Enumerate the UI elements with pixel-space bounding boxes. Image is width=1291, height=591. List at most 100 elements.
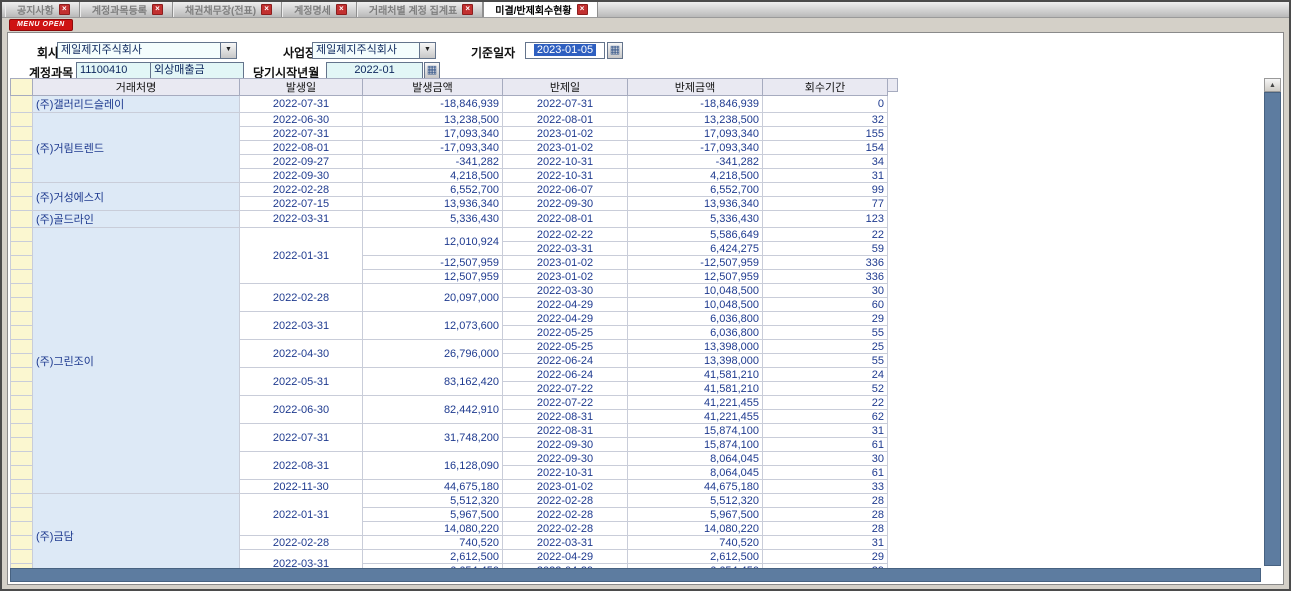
grid-cell-days[interactable]: 154 (763, 141, 888, 155)
grid-cell-ramt[interactable]: 41,221,455 (628, 396, 763, 410)
grid-cell-rdate[interactable]: 2023-01-02 (503, 141, 628, 155)
period-input[interactable]: 2022-01 (326, 62, 423, 79)
grid-cell-rdate[interactable]: 2022-04-29 (503, 312, 628, 326)
grid-cell-cust[interactable]: (주)거성에스지 (33, 183, 240, 211)
grid-cell-days[interactable]: 55 (763, 326, 888, 340)
grid-cell-days[interactable]: 99 (763, 183, 888, 197)
grid-cell-rdate[interactable]: 2022-09-30 (503, 197, 628, 211)
grid-cell-rdate[interactable]: 2022-03-30 (503, 284, 628, 298)
row-selector[interactable] (11, 96, 33, 113)
grid-cell-oamt[interactable]: 13,936,340 (363, 197, 503, 211)
grid-cell-ramt[interactable]: 41,581,210 (628, 382, 763, 396)
grid-cell-odate[interactable]: 2022-02-28 (240, 536, 363, 550)
grid-cell-days[interactable]: 0 (763, 96, 888, 113)
grid-cell-days[interactable]: 60 (763, 298, 888, 312)
grid-cell-oamt[interactable]: 13,238,500 (363, 113, 503, 127)
calendar-icon[interactable]: ▦ (424, 62, 440, 79)
grid-cell-days[interactable]: 29 (763, 550, 888, 564)
grid-cell-days[interactable]: 123 (763, 211, 888, 228)
grid-cell-odate[interactable]: 2022-11-30 (240, 480, 363, 494)
grid-cell-days[interactable]: 28 (763, 494, 888, 508)
grid-cell-days[interactable]: 61 (763, 466, 888, 480)
grid-cell-rdate[interactable]: 2023-01-02 (503, 127, 628, 141)
grid-cell-days[interactable]: 34 (763, 155, 888, 169)
grid-cell-oamt[interactable]: 26,796,000 (363, 340, 503, 368)
grid-cell-ramt[interactable]: -341,282 (628, 155, 763, 169)
grid-cell-days[interactable]: 29 (763, 312, 888, 326)
grid-cell-rdate[interactable]: 2022-05-25 (503, 340, 628, 354)
grid-cell-days[interactable]: 22 (763, 228, 888, 242)
tab-close-icon[interactable]: × (152, 4, 163, 15)
row-selector[interactable] (11, 508, 33, 522)
grid-cell-rdate[interactable]: 2022-03-31 (503, 242, 628, 256)
row-selector[interactable] (11, 536, 33, 550)
grid-cell-rdate[interactable]: 2023-01-02 (503, 256, 628, 270)
row-selector[interactable] (11, 410, 33, 424)
grid-cell-oamt[interactable]: 31,748,200 (363, 424, 503, 452)
column-header[interactable]: 반제금액 (628, 79, 763, 96)
grid-cell-ramt[interactable]: 6,036,800 (628, 326, 763, 340)
row-selector[interactable] (11, 382, 33, 396)
grid-cell-ramt[interactable]: 5,586,649 (628, 228, 763, 242)
grid-cell-odate[interactable]: 2022-01-31 (240, 494, 363, 536)
grid-cell-oamt[interactable]: 20,097,000 (363, 284, 503, 312)
vertical-scrollbar[interactable]: ▲ (1264, 78, 1281, 566)
grid-cell-oamt[interactable]: 5,336,430 (363, 211, 503, 228)
grid-cell-ramt[interactable]: 740,520 (628, 536, 763, 550)
grid-cell-oamt[interactable]: 14,080,220 (363, 522, 503, 536)
tab-close-icon[interactable]: × (577, 4, 588, 15)
tab-1[interactable]: 공지사항× (5, 2, 80, 17)
grid-cell-ramt[interactable]: 15,874,100 (628, 438, 763, 452)
tab-close-icon[interactable]: × (261, 4, 272, 15)
grid-cell-ramt[interactable]: 17,093,340 (628, 127, 763, 141)
grid-cell-rdate[interactable]: 2022-06-24 (503, 354, 628, 368)
row-selector[interactable] (11, 270, 33, 284)
column-header[interactable]: 발생금액 (363, 79, 503, 96)
row-selector[interactable] (11, 354, 33, 368)
grid-cell-rdate[interactable]: 2022-04-29 (503, 550, 628, 564)
grid-cell-rdate[interactable]: 2022-07-31 (503, 96, 628, 113)
grid-cell-ramt[interactable]: 10,048,500 (628, 284, 763, 298)
grid-cell-ramt[interactable]: 6,424,275 (628, 242, 763, 256)
grid-cell-ramt[interactable]: 13,238,500 (628, 113, 763, 127)
grid-cell-odate[interactable]: 2022-06-30 (240, 113, 363, 127)
grid-cell-cust[interactable]: (주)그린조이 (33, 228, 240, 494)
grid-cell-oamt[interactable]: 17,093,340 (363, 127, 503, 141)
grid-cell-days[interactable]: 25 (763, 340, 888, 354)
grid-cell-days[interactable]: 28 (763, 522, 888, 536)
grid-cell-rdate[interactable]: 2022-08-01 (503, 211, 628, 228)
grid-cell-ramt[interactable]: 6,552,700 (628, 183, 763, 197)
row-selector[interactable] (11, 183, 33, 197)
grid-cell-odate[interactable]: 2022-07-31 (240, 96, 363, 113)
grid-cell-days[interactable]: 30 (763, 452, 888, 466)
horizontal-scrollbar[interactable] (10, 568, 1261, 582)
grid-cell-rdate[interactable]: 2022-07-22 (503, 382, 628, 396)
row-selector[interactable] (11, 438, 33, 452)
grid-cell-days[interactable]: 62 (763, 410, 888, 424)
row-selector[interactable] (11, 466, 33, 480)
grid-cell-rdate[interactable]: 2022-03-31 (503, 536, 628, 550)
grid-cell-ramt[interactable]: 10,048,500 (628, 298, 763, 312)
grid-cell-rdate[interactable]: 2022-08-31 (503, 410, 628, 424)
grid-cell-oamt[interactable]: 2,612,500 (363, 550, 503, 564)
row-selector[interactable] (11, 452, 33, 466)
grid-cell-ramt[interactable]: 8,064,045 (628, 466, 763, 480)
grid-cell-cust[interactable]: (주)골드라인 (33, 211, 240, 228)
account-code-input[interactable]: 11100410 (76, 62, 151, 79)
grid-cell-days[interactable]: 32 (763, 113, 888, 127)
grid-cell-odate[interactable]: 2022-06-30 (240, 396, 363, 424)
calendar-icon[interactable]: ▦ (607, 42, 623, 59)
tab-close-icon[interactable]: × (462, 4, 473, 15)
column-header[interactable]: 회수기간 (763, 79, 888, 96)
grid-cell-ramt[interactable]: 6,036,800 (628, 312, 763, 326)
grid-cell-oamt[interactable]: -341,282 (363, 155, 503, 169)
grid-cell-rdate[interactable]: 2022-10-31 (503, 155, 628, 169)
grid-cell-odate[interactable]: 2022-03-31 (240, 312, 363, 340)
grid-cell-odate[interactable]: 2022-08-31 (240, 452, 363, 480)
grid-cell-oamt[interactable]: 12,507,959 (363, 270, 503, 284)
grid-cell-ramt[interactable]: 13,398,000 (628, 354, 763, 368)
grid-cell-odate[interactable]: 2022-03-31 (240, 211, 363, 228)
grid-cell-oamt[interactable]: 12,010,924 (363, 228, 503, 256)
company-select[interactable]: 제일제지주식회사 ▼ (57, 42, 237, 59)
grid-cell-rdate[interactable]: 2022-06-07 (503, 183, 628, 197)
